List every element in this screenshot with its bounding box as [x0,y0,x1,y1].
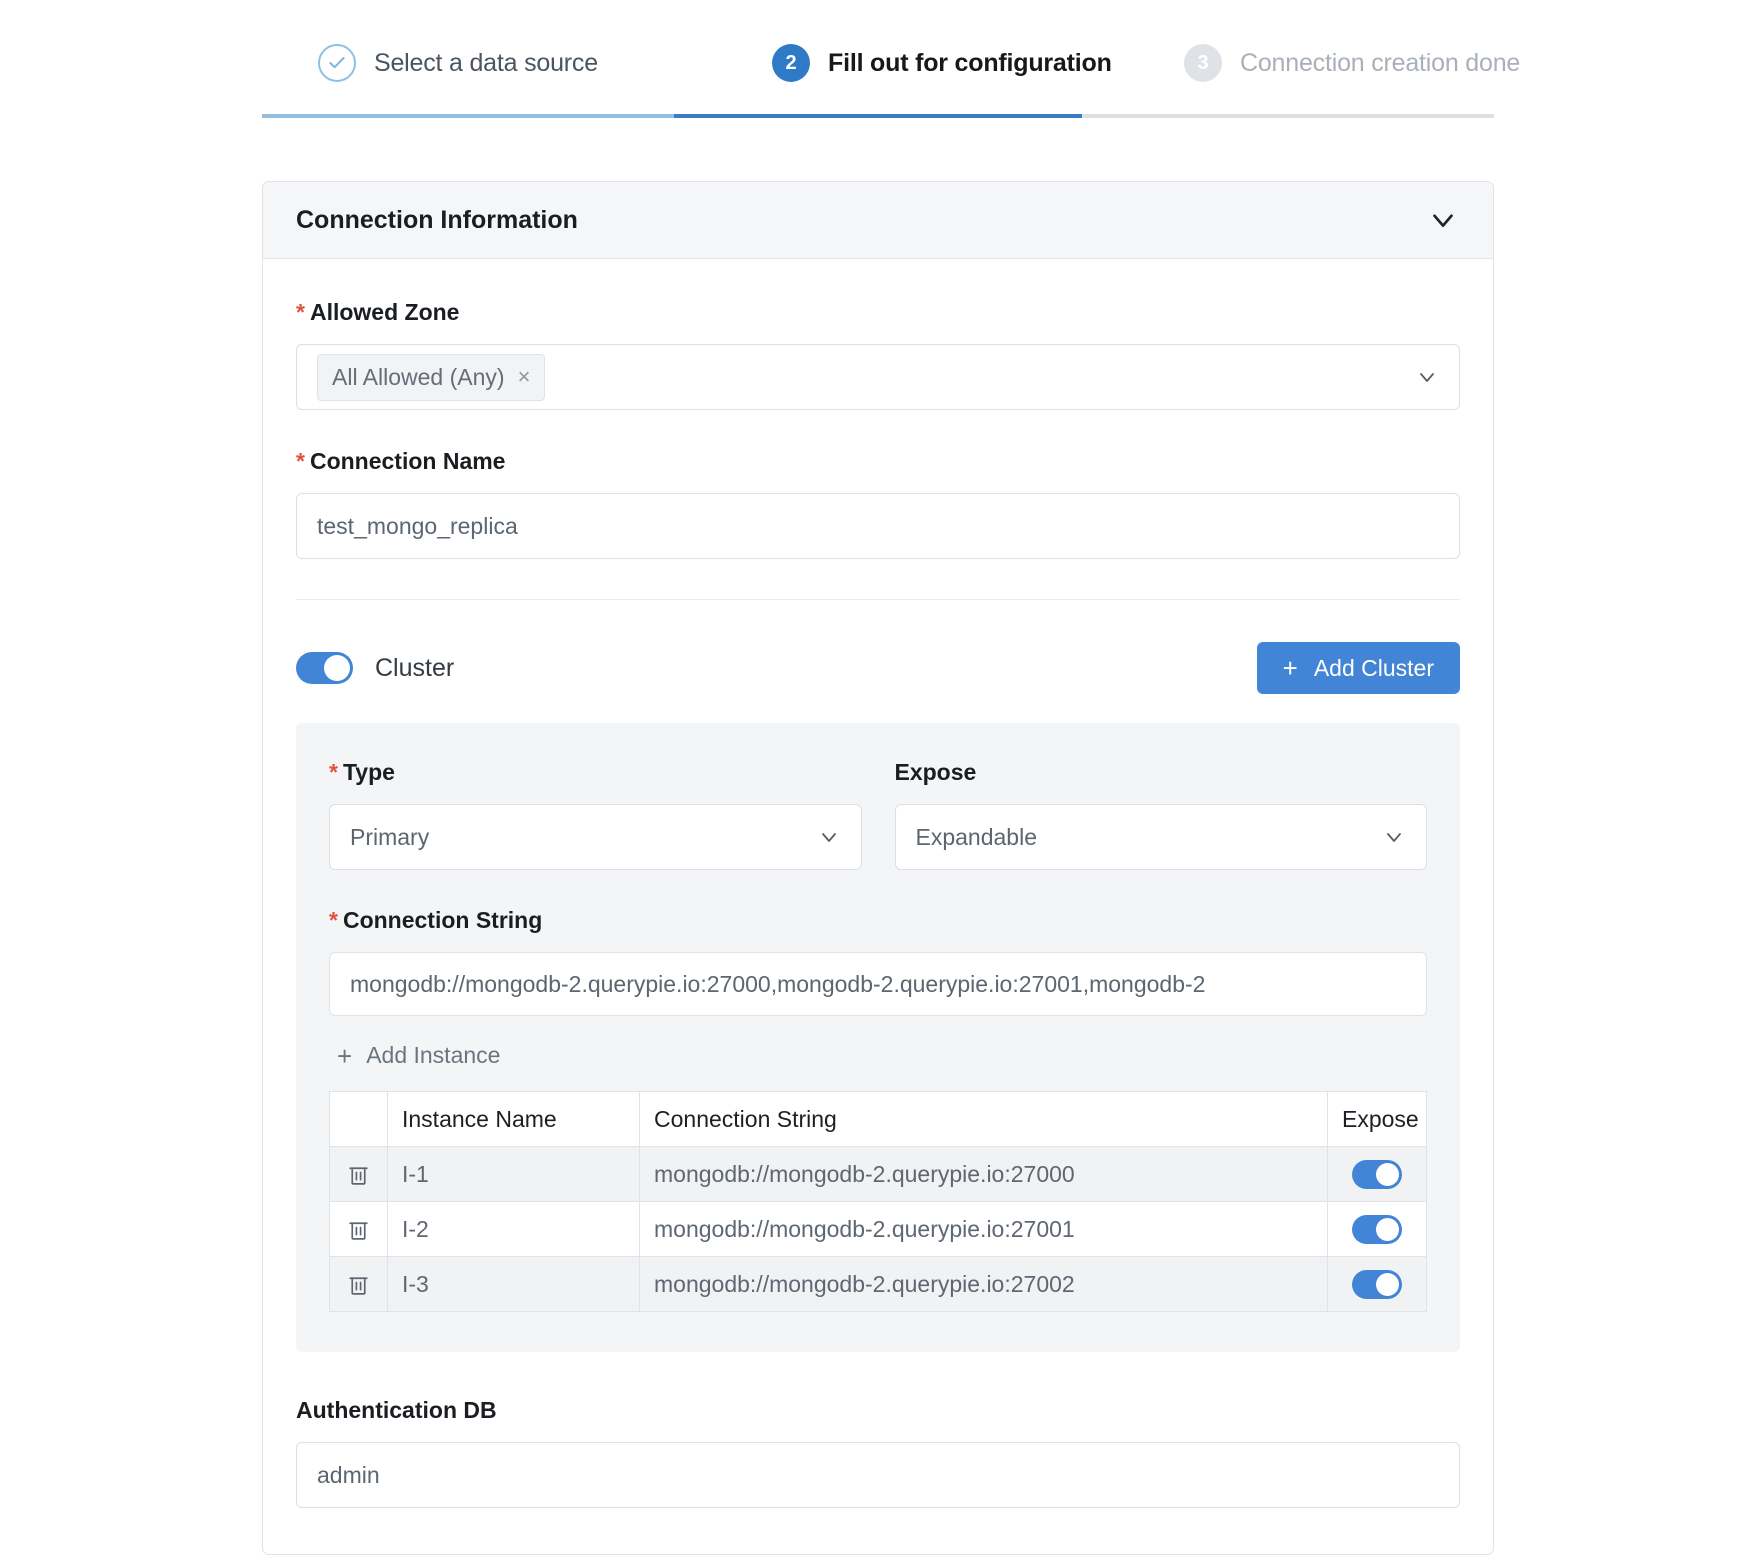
instance-table: Instance Name Connection String Expose I… [329,1091,1427,1312]
allowed-zone-select[interactable]: All Allowed (Any) × [296,344,1460,410]
column-header-connection-string: Connection String [639,1091,1328,1147]
cluster-type-expose-row: * Type Primary Expose Expandable [329,759,1427,870]
cluster-toggle-group[interactable]: Cluster [296,652,454,684]
add-cluster-label: Add Cluster [1313,654,1434,681]
table-row[interactable]: I-2 mongodb://mongodb-2.querypie.io:2700… [329,1201,1427,1257]
step-fill-out-configuration[interactable]: 2 Fill out for configuration [674,38,1112,118]
add-instance-label: Add Instance [366,1042,501,1068]
chevron-down-icon[interactable] [1426,203,1460,237]
instance-connection-string-cell: mongodb://mongodb-2.querypie.io:27000 [639,1146,1328,1202]
wizard-stepper: Select a data source 2 Fill out for conf… [0,0,1740,118]
authentication-db-field: Authentication DB admin [263,1397,1493,1554]
authentication-db-label: Authentication DB [296,1397,497,1423]
instance-expose-cell[interactable] [1327,1201,1427,1257]
allowed-zone-field: * Allowed Zone All Allowed (Any) × [296,299,1460,410]
required-asterisk: * [296,448,305,474]
plus-icon: + [337,1040,353,1071]
step-number-2: 2 [772,44,810,82]
trash-icon [349,1167,368,1185]
instance-connection-string-cell: mongodb://mongodb-2.querypie.io:27001 [639,1201,1328,1257]
card-header[interactable]: Connection Information [263,182,1493,259]
connection-name-value: test_mongo_replica [317,512,518,539]
step-select-data-source[interactable]: Select a data source [262,38,674,118]
table-row[interactable]: I-1 mongodb://mongodb-2.querypie.io:2700… [329,1146,1427,1202]
cluster-expose-field: Expose Expandable [894,759,1427,870]
cluster-expose-label: Expose [894,759,977,785]
delete-instance-button[interactable] [329,1146,388,1202]
instance-name-cell: I-3 [387,1256,640,1312]
cluster-panel: * Type Primary Expose Expandable * Conne… [296,723,1460,1352]
cluster-type-label-text: Type [342,759,395,785]
authentication-db-value: admin [317,1461,380,1488]
instance-name-cell: I-2 [387,1201,640,1257]
connection-name-input[interactable]: test_mongo_replica [296,493,1460,559]
cluster-connection-string-label: * Connection String [329,907,1427,934]
cluster-header-row: Cluster + Add Cluster [296,600,1460,723]
trash-icon [349,1277,368,1295]
connection-name-label: * Connection Name [296,448,1460,475]
allowed-zone-chip[interactable]: All Allowed (Any) × [317,353,546,401]
cluster-toggle[interactable] [296,652,353,684]
cluster-connection-string-input[interactable]: mongodb://mongodb-2.querypie.io:27000,mo… [329,952,1427,1016]
required-asterisk: * [296,299,305,325]
card-body: * Allowed Zone All Allowed (Any) × * Conne… [263,259,1493,1352]
trash-icon [349,1222,368,1240]
cluster-type-label: * Type [329,759,862,786]
cluster-connection-string-field: * Connection String mongodb://mongodb-2.q… [329,907,1427,1016]
cluster-toggle-label: Cluster [375,653,455,682]
required-asterisk: * [329,907,338,933]
table-header-row: Instance Name Connection String Expose [329,1091,1427,1147]
step-connection-creation-done[interactable]: 3 Connection creation done [1082,38,1520,118]
step-label-1: Select a data source [374,48,598,77]
authentication-db-input[interactable]: admin [296,1442,1460,1508]
toggle-knob [1376,1272,1399,1296]
plus-icon: + [1282,653,1298,683]
connection-name-label-text: Connection Name [309,448,506,474]
cluster-expose-value: Expandable [915,823,1038,850]
instance-expose-toggle[interactable] [1352,1269,1402,1299]
toggle-knob [1376,1217,1399,1241]
allowed-zone-chip-label: All Allowed (Any) [332,363,505,390]
connection-name-field: * Connection Name test_mongo_replica [296,448,1460,559]
column-header-expose: Expose [1327,1091,1427,1147]
column-header-instance-name: Instance Name [387,1091,640,1147]
instance-expose-toggle[interactable] [1352,1159,1402,1189]
cluster-type-field: * Type Primary [329,759,862,870]
instance-expose-toggle[interactable] [1352,1214,1402,1244]
instance-connection-string-cell: mongodb://mongodb-2.querypie.io:27002 [639,1256,1328,1312]
allowed-zone-label: * Allowed Zone [296,299,1460,326]
step-label-2: Fill out for configuration [828,48,1112,77]
instance-expose-cell[interactable] [1327,1146,1427,1202]
cluster-type-value: Primary [350,823,430,850]
check-icon [318,44,356,82]
instance-name-cell: I-1 [387,1146,640,1202]
step-number-3: 3 [1184,44,1222,82]
column-header-actions [329,1091,388,1147]
connection-information-card: Connection Information * Allowed Zone All… [262,181,1494,1555]
chevron-down-icon[interactable] [1415,365,1439,389]
delete-instance-button[interactable] [329,1256,388,1312]
cluster-connection-string-label-text: Connection String [342,907,543,933]
toggle-knob [324,655,350,681]
step-label-3: Connection creation done [1240,48,1521,77]
page-title: Connection Information [296,205,578,234]
delete-instance-button[interactable] [329,1201,388,1257]
required-asterisk: * [329,759,338,785]
add-instance-button[interactable]: + Add Instance [329,1016,500,1091]
add-cluster-button[interactable]: + Add Cluster [1256,642,1460,694]
chevron-down-icon[interactable] [1382,825,1406,849]
instance-expose-cell[interactable] [1327,1256,1427,1312]
table-row[interactable]: I-3 mongodb://mongodb-2.querypie.io:2700… [329,1256,1427,1312]
cluster-expose-select[interactable]: Expandable [894,804,1427,870]
chevron-down-icon[interactable] [817,825,841,849]
cluster-connection-string-value: mongodb://mongodb-2.querypie.io:27000,mo… [350,970,1206,997]
allowed-zone-label-text: Allowed Zone [309,299,460,325]
close-icon[interactable]: × [518,366,531,388]
cluster-type-select[interactable]: Primary [329,804,862,870]
toggle-knob [1376,1162,1399,1186]
